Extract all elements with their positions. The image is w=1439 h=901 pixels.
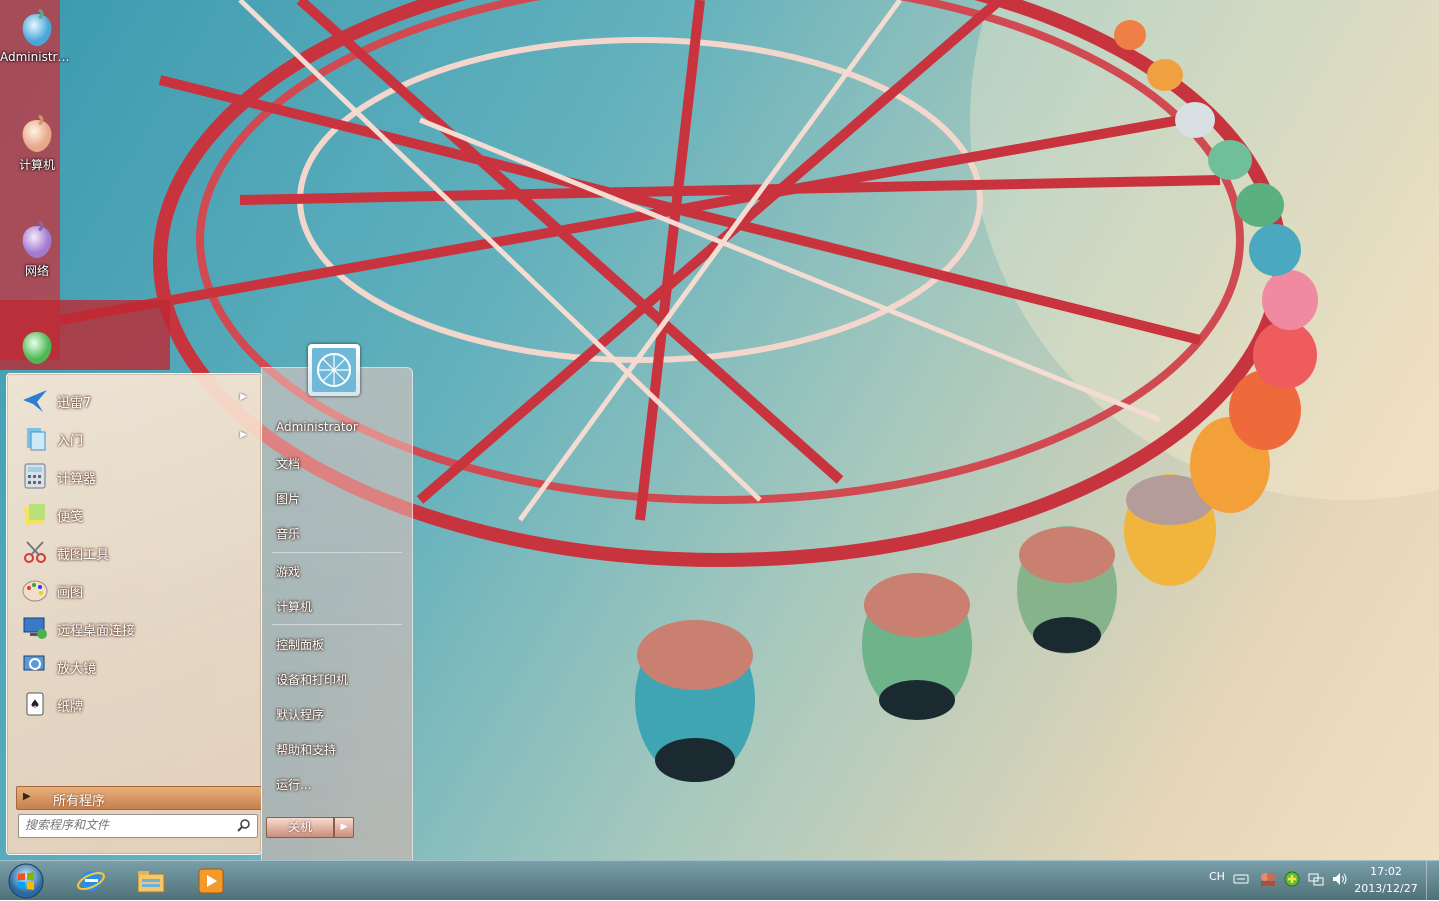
start-menu-places-pane: Administrator 文档 图片 音乐 游戏 计算机 控制面板 设备和打印… (261, 367, 413, 862)
triangle-right-icon: ▶ (23, 791, 31, 802)
program-item-calculator[interactable]: 计算器 (15, 458, 255, 492)
start-item-control-panel[interactable]: 控制面板 (276, 636, 324, 653)
taskbar-internet-explorer[interactable] (62, 863, 118, 899)
start-item-documents[interactable]: 文档 (276, 455, 300, 472)
getting-started-icon (27, 428, 46, 451)
start-item-default-programs[interactable]: 默认程序 (276, 706, 324, 723)
windows-start-orb-icon[interactable] (6, 861, 46, 901)
submenu-arrow-icon: ▶ (240, 392, 247, 402)
recycle-apple-icon (22, 332, 52, 364)
start-item-computer[interactable]: 计算机 (276, 598, 312, 615)
calculator-icon (24, 463, 46, 489)
desktop-icon-label: Administra... (0, 50, 74, 64)
desktop-icon-recycle-bin[interactable] (0, 326, 74, 368)
thunder-bird-icon (23, 390, 47, 412)
sticky-notes-icon (23, 504, 45, 526)
start-item-pictures[interactable]: 图片 (276, 490, 300, 507)
desktop-icon-administrator[interactable]: Administra... (0, 8, 74, 64)
desktop-icon-label: 计算机 (18, 158, 55, 172)
clock-time: 17:02 (1370, 865, 1402, 878)
menu-separator (272, 552, 402, 553)
start-menu: 迅雷7 ▶ 入门 ▶ 计算器 便笺 截图工具 画图 远程桌面连接 放大镜 ♠ 纸… (3, 367, 413, 862)
start-item-games[interactable]: 游戏 (276, 563, 300, 580)
program-item-solitaire[interactable]: ♠ 纸牌 (15, 686, 255, 720)
remote-desktop-icon (23, 617, 47, 639)
user-account-picture[interactable] (308, 344, 360, 396)
volume-icon[interactable] (1331, 870, 1349, 888)
program-item-thunder[interactable]: 迅雷7 ▶ (15, 382, 255, 416)
program-item-magnifier[interactable]: 放大镜 (15, 648, 255, 682)
start-search-input[interactable] (19, 815, 225, 835)
program-item-remote-desktop[interactable]: 远程桌面连接 (15, 610, 255, 644)
taskbar-clock[interactable]: 17:02 2013/12/27 (1353, 863, 1419, 897)
all-programs-button[interactable]: ▶ 所有程序 (16, 786, 261, 810)
taskbar: CH 17:02 2013/12/27 (0, 860, 1439, 900)
desktop-icon-label: 网络 (24, 264, 49, 278)
menu-separator (272, 624, 402, 625)
desktop-icon-network[interactable]: 网络 (0, 220, 74, 279)
taskbar-media-player[interactable] (182, 863, 238, 899)
start-menu-programs-pane: 迅雷7 ▶ 入门 ▶ 计算器 便笺 截图工具 画图 远程桌面连接 放大镜 ♠ 纸… (6, 373, 262, 855)
start-item-user[interactable]: Administrator (276, 420, 358, 434)
qq-users-icon[interactable] (1259, 870, 1277, 888)
paint-palette-icon (22, 580, 48, 602)
svg-text:♠: ♠ (30, 697, 41, 711)
ferris-wheel-avatar-icon (312, 348, 356, 392)
show-desktop-button[interactable] (1426, 861, 1439, 900)
system-tray: CH 17:02 2013/12/27 (1199, 861, 1439, 900)
desktop-icon-computer[interactable]: 计算机 (0, 114, 74, 173)
start-item-music[interactable]: 音乐 (276, 525, 300, 542)
search-icon[interactable] (237, 818, 251, 832)
user-folder-icon (22, 8, 52, 46)
keyboard-icon[interactable] (1233, 873, 1249, 885)
scissors-icon (24, 541, 46, 563)
internet-explorer-icon (77, 871, 105, 891)
program-item-sticky-notes[interactable]: 便笺 (15, 496, 255, 530)
playing-card-icon: ♠ (26, 692, 44, 716)
magnifier-icon (23, 655, 45, 671)
clock-date: 2013/12/27 (1354, 882, 1418, 895)
submenu-arrow-icon: ▶ (240, 430, 247, 440)
network-status-icon[interactable] (1307, 870, 1325, 888)
program-item-getting-started[interactable]: 入门 ▶ (15, 420, 255, 454)
shutdown-control: 关机 ▶ (266, 817, 354, 838)
media-player-icon (198, 868, 224, 894)
start-item-devices-printers[interactable]: 设备和打印机 (276, 671, 348, 688)
folder-icon (137, 871, 165, 893)
program-item-snipping-tool[interactable]: 截图工具 (15, 534, 255, 568)
computer-apple-icon (22, 114, 52, 152)
start-item-help-support[interactable]: 帮助和支持 (276, 741, 336, 758)
shutdown-options-arrow-icon[interactable]: ▶ (334, 817, 354, 838)
taskbar-windows-explorer[interactable] (122, 863, 178, 899)
security-guard-icon[interactable] (1283, 870, 1301, 888)
program-item-paint[interactable]: 画图 (15, 572, 255, 606)
network-apple-icon (22, 220, 52, 258)
shutdown-button[interactable]: 关机 (266, 817, 334, 838)
start-search-box[interactable] (18, 814, 258, 838)
language-indicator[interactable]: CH (1209, 870, 1225, 883)
start-item-run[interactable]: 运行... (276, 776, 311, 793)
